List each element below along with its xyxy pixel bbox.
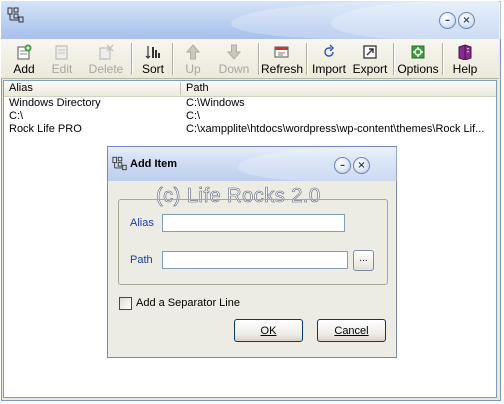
main-titlebar[interactable]: – × <box>1 1 504 39</box>
dialog-title: Add Item <box>130 158 178 170</box>
sort-button[interactable]: Sort <box>137 41 169 77</box>
refresh-icon <box>274 46 289 58</box>
column-divider[interactable] <box>180 82 181 95</box>
cancel-button[interactable]: Cancel <box>317 319 386 342</box>
help-book-icon <box>458 44 472 60</box>
delete-button[interactable]: Delete <box>84 41 128 77</box>
list-header: Alias Path <box>4 81 496 97</box>
path-field[interactable] <box>162 251 348 269</box>
separator-checkbox-label[interactable]: Add a Separator Line <box>136 297 240 309</box>
column-header-path[interactable]: Path <box>186 82 209 94</box>
alias-field[interactable] <box>162 214 345 232</box>
add-button[interactable]: Add <box>7 41 41 77</box>
toolbar-separator <box>442 43 444 75</box>
toolbar-separator <box>172 43 174 75</box>
minimize-button[interactable]: – <box>439 12 456 29</box>
alias-label: Alias <box>130 217 154 229</box>
close-button[interactable]: × <box>458 12 475 29</box>
list-item-path[interactable]: C:\ <box>186 110 200 122</box>
ok-button[interactable]: OK <box>234 319 303 342</box>
close-icon: × <box>357 159 366 171</box>
dialog-close-button[interactable]: × <box>353 157 370 174</box>
list-item-alias[interactable]: Windows Directory <box>9 97 101 109</box>
sort-icon <box>145 46 160 59</box>
edit-icon <box>55 45 68 60</box>
toolbar-separator <box>306 43 308 75</box>
down-button[interactable]: Down <box>214 41 254 77</box>
browse-button[interactable]: ... <box>353 250 374 271</box>
dialog-titlebar[interactable]: Add Item – × <box>108 147 438 181</box>
import-button[interactable]: Import <box>311 41 347 77</box>
options-button[interactable]: Options <box>397 41 439 77</box>
up-button[interactable]: Up <box>178 41 208 77</box>
list-item-alias[interactable]: C:\ <box>9 110 23 122</box>
list-item-alias[interactable]: Rock Life PRO <box>9 123 82 135</box>
path-label: Path <box>130 254 153 266</box>
dialog-minimize-button[interactable]: – <box>334 157 351 174</box>
minimize-icon: – <box>340 159 345 171</box>
help-button[interactable]: Help <box>448 41 482 77</box>
item-fields-group <box>118 199 388 285</box>
export-button[interactable]: Export <box>351 41 389 77</box>
app-icon <box>7 7 25 26</box>
refresh-button[interactable]: Refresh <box>261 41 303 77</box>
import-icon <box>324 44 334 57</box>
toolbar-separator <box>393 43 395 75</box>
toolbar-separator <box>258 43 260 75</box>
export-icon <box>363 45 377 59</box>
add-icon <box>17 44 32 60</box>
options-icon <box>411 45 425 59</box>
arrow-up-icon <box>185 44 201 60</box>
toolbar: Add Edit Delete Sort Up Down Refresh Imp… <box>1 39 499 79</box>
column-header-alias[interactable]: Alias <box>9 82 33 94</box>
add-item-dialog: Add Item – × (c) Life Rocks 2.0 Alias Pa… <box>107 146 438 358</box>
arrow-down-icon <box>226 44 242 60</box>
toolbar-separator <box>131 43 133 75</box>
list-item-path[interactable]: C:\Windows <box>186 97 245 109</box>
app-icon <box>112 156 128 174</box>
delete-icon <box>99 44 114 60</box>
list-item-path[interactable]: C:\xampplite\htdocs\wordpress\wp-content… <box>186 123 484 135</box>
minimize-icon: – <box>445 14 450 26</box>
separator-checkbox[interactable] <box>119 297 132 310</box>
edit-button[interactable]: Edit <box>45 41 79 77</box>
close-icon: × <box>462 14 471 26</box>
